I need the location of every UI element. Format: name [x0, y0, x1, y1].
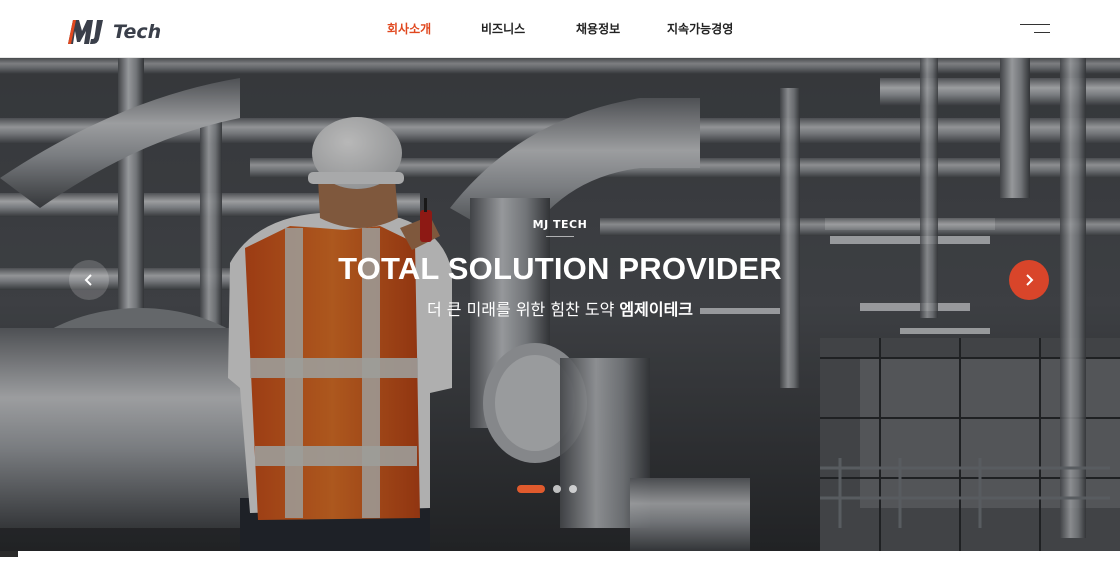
hero-subtitle-underline — [546, 236, 574, 237]
hero-subtitle: MJ TECH — [532, 218, 588, 231]
hero-tagline-text: 더 큰 미래를 위한 힘찬 도약 — [426, 300, 620, 319]
nav-item-sustainability[interactable]: 지속가능경영 — [667, 20, 733, 37]
chevron-left-icon — [84, 274, 92, 286]
hero-tagline-brand: 엠제이테크 — [619, 300, 694, 319]
slider-dot-1[interactable] — [517, 485, 545, 493]
hero-title: TOTAL SOLUTION PROVIDER — [338, 251, 782, 286]
slider-dot-2[interactable] — [553, 485, 561, 493]
nav-item-company[interactable]: 회사소개 — [387, 20, 431, 37]
hero-tagline: 더 큰 미래를 위한 힘찬 도약 엠제이테크 — [0, 296, 1120, 320]
slider-prev-button[interactable] — [69, 260, 109, 300]
slider-pagination — [517, 485, 577, 493]
bottom-edge-marker — [0, 551, 18, 557]
hamburger-icon[interactable] — [1018, 20, 1052, 38]
chevron-right-icon — [1026, 274, 1034, 286]
hero-slider: MJ TECH TOTAL SOLUTION PROVIDER 더 큰 미래를 … — [0, 58, 1120, 551]
main-nav: 회사소개 비즈니스 채용정보 지속가능경영 — [0, 0, 1120, 58]
nav-item-careers[interactable]: 채용정보 — [576, 20, 620, 37]
slider-next-button[interactable] — [1009, 260, 1049, 300]
page-bottom — [0, 551, 1120, 570]
nav-item-business[interactable]: 비즈니스 — [481, 20, 525, 37]
slider-dot-3[interactable] — [569, 485, 577, 493]
site-header: Tech 회사소개 비즈니스 채용정보 지속가능경영 — [0, 0, 1120, 58]
